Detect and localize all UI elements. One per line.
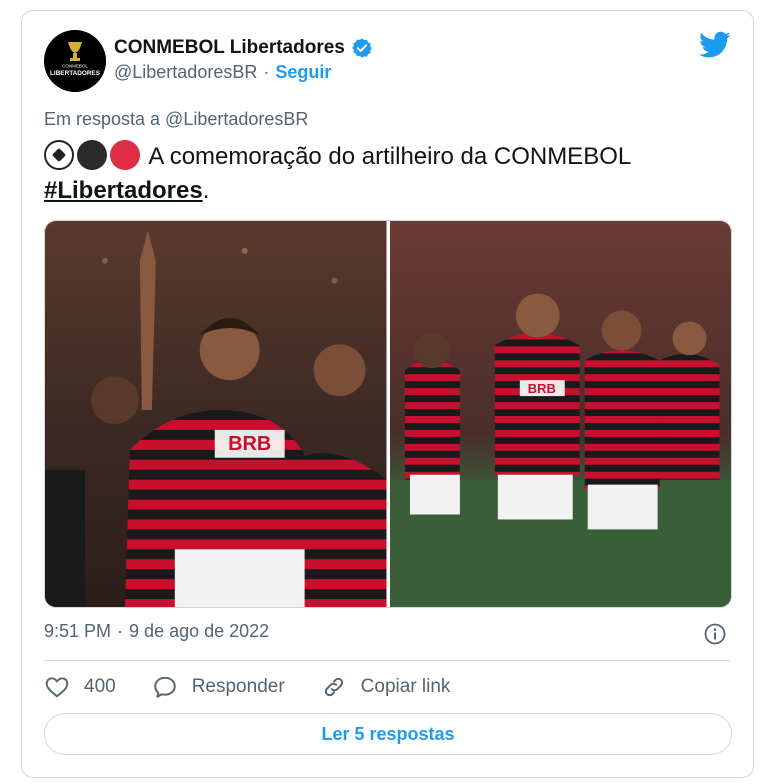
author-handle-row: @LibertadoresBR · Seguir — [114, 62, 331, 83]
separator-dot: · — [117, 621, 124, 641]
red-circle-emoji — [110, 140, 140, 170]
media-gallery: BRB BRB — [44, 220, 732, 608]
photo-2[interactable]: BRB — [389, 221, 731, 607]
black-circle-emoji — [77, 140, 107, 170]
svg-text:BRB: BRB — [228, 433, 271, 455]
reply-button[interactable]: Responder — [152, 674, 285, 700]
tweet-date: 9 de ago de 2022 — [129, 621, 270, 641]
photo-2-image: BRB — [389, 221, 731, 607]
like-count: 400 — [84, 676, 116, 697]
divider — [44, 660, 731, 661]
follow-button[interactable]: Seguir — [275, 62, 331, 83]
author-handle[interactable]: @LibertadoresBR — [114, 62, 257, 83]
photo-1[interactable]: BRB — [45, 221, 387, 607]
tweet-card: CONMEBOL LIBERTADORES CONMEBOL Libertado… — [21, 10, 754, 778]
author-name-row: CONMEBOL Libertadores — [114, 35, 373, 61]
verified-badge-icon — [351, 37, 373, 59]
read-replies-button[interactable]: Ler 5 respostas — [44, 713, 732, 755]
tweet-text: A comemoração do artilheiro da CONMEBOL … — [44, 140, 734, 208]
copy-link-button[interactable]: Copiar link — [321, 674, 451, 700]
twitter-bird-icon[interactable] — [699, 31, 731, 59]
tweet-body: A comemoração do artilheiro da CONMEBOL — [148, 143, 632, 170]
svg-text:LIBERTADORES: LIBERTADORES — [50, 70, 101, 77]
reply-label: Responder — [191, 676, 285, 697]
copy-link-label: Copiar link — [360, 676, 451, 697]
action-bar: 400 Responder Copiar link — [44, 673, 450, 701]
svg-text:CONMEBOL: CONMEBOL — [62, 64, 88, 69]
reply-bubble-icon — [153, 676, 176, 698]
link-icon — [324, 677, 343, 697]
libertadores-logo: CONMEBOL LIBERTADORES — [44, 30, 106, 92]
tweet-body-end: . — [202, 177, 210, 204]
reply-context: Em resposta a @LibertadoresBR — [44, 109, 309, 129]
tweet-time: 9:51 PM — [44, 621, 112, 641]
heart-icon — [45, 677, 69, 698]
like-button[interactable]: 400 — [44, 674, 116, 700]
soccer-ball-emoji — [44, 140, 74, 170]
svg-text:BRB: BRB — [527, 381, 555, 396]
author-display-name[interactable]: CONMEBOL Libertadores — [114, 37, 345, 59]
hashtag-link[interactable]: #Libertadores — [44, 177, 203, 204]
avatar[interactable]: CONMEBOL LIBERTADORES — [44, 30, 106, 92]
timestamp[interactable]: 9:51 PM · 9 de ago de 2022 — [44, 621, 269, 642]
photo-1-image: BRB — [45, 221, 387, 607]
separator-dot: · — [263, 62, 270, 82]
info-icon[interactable] — [703, 622, 727, 646]
